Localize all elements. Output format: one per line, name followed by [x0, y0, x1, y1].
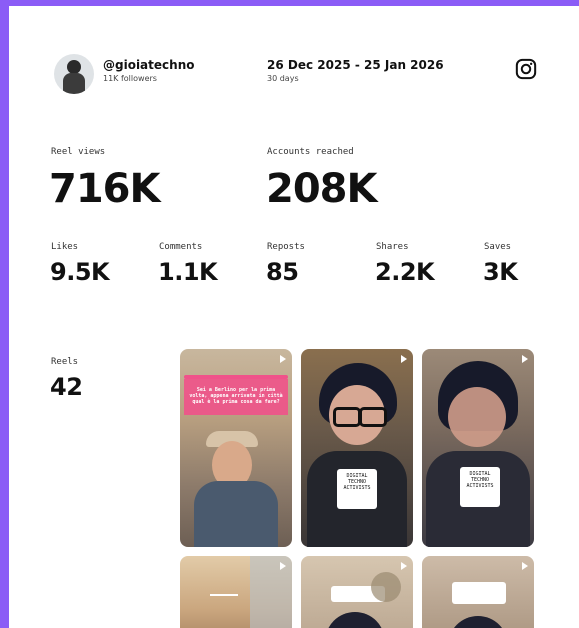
reel-shirt: [194, 481, 278, 547]
reel-question-sticker: [452, 582, 506, 604]
username[interactable]: @gioiatechno: [103, 58, 194, 72]
reels-value: 42: [50, 373, 83, 401]
insights-card: @gioiatechno 11K followers 26 Dec 2025 -…: [9, 6, 579, 628]
reels-label: Reels: [51, 357, 79, 367]
reel-thumbnail[interactable]: DIGITAL TECHNO ACTIVISTS: [301, 349, 413, 547]
reposts-value: 85: [266, 258, 299, 286]
digital-techno-sticker: DIGITAL TECHNO ACTIVISTS: [460, 467, 500, 507]
accounts-reached-value: 208K: [266, 166, 377, 212]
play-icon: [522, 562, 528, 570]
instagram-icon[interactable]: [515, 58, 537, 80]
date-range: 26 Dec 2025 - 25 Jan 2026: [267, 58, 444, 72]
avatar-body: [63, 73, 85, 94]
question-sticker: Sei a Berlino per la prima volta, appena…: [189, 387, 283, 405]
reel-views-value: 716K: [49, 166, 160, 212]
digital-techno-sticker: DIGITAL TECHNO ACTIVISTS: [337, 469, 377, 509]
reel-thumbnail[interactable]: [180, 556, 292, 628]
reel-thumbnail[interactable]: [301, 556, 413, 628]
glasses-icon: [359, 407, 387, 427]
reel-lamp: [371, 572, 401, 602]
shares-label: Shares: [376, 242, 409, 252]
play-icon: [401, 562, 407, 570]
play-icon: [401, 355, 407, 363]
comments-label: Comments: [159, 242, 203, 252]
avatar-head: [67, 60, 81, 74]
likes-label: Likes: [51, 242, 79, 252]
shares-value: 2.2K: [375, 258, 435, 286]
accounts-reached-label: Accounts reached: [267, 147, 354, 157]
reel-thumbnail[interactable]: Sei a Berlino per la prima volta, appena…: [180, 349, 292, 547]
reposts-label: Reposts: [267, 242, 305, 252]
play-icon: [522, 355, 528, 363]
follower-count: 11K followers: [103, 74, 157, 83]
reel-views-label: Reel views: [51, 147, 106, 157]
reel-hair: [325, 612, 385, 628]
avatar[interactable]: [54, 54, 94, 94]
comments-value: 1.1K: [158, 258, 218, 286]
play-icon: [280, 355, 286, 363]
period-length: 30 days: [267, 74, 299, 83]
reel-caption-line: [210, 594, 238, 596]
saves-label: Saves: [484, 242, 512, 252]
reel-hair: [448, 616, 508, 628]
reel-thumbnail[interactable]: DIGITAL TECHNO ACTIVISTS: [422, 349, 534, 547]
likes-value: 9.5K: [50, 258, 110, 286]
reel-face: [448, 387, 506, 447]
glasses-icon: [333, 407, 361, 427]
reel-thumbnail[interactable]: [422, 556, 534, 628]
play-icon: [280, 562, 286, 570]
saves-value: 3K: [483, 258, 518, 286]
